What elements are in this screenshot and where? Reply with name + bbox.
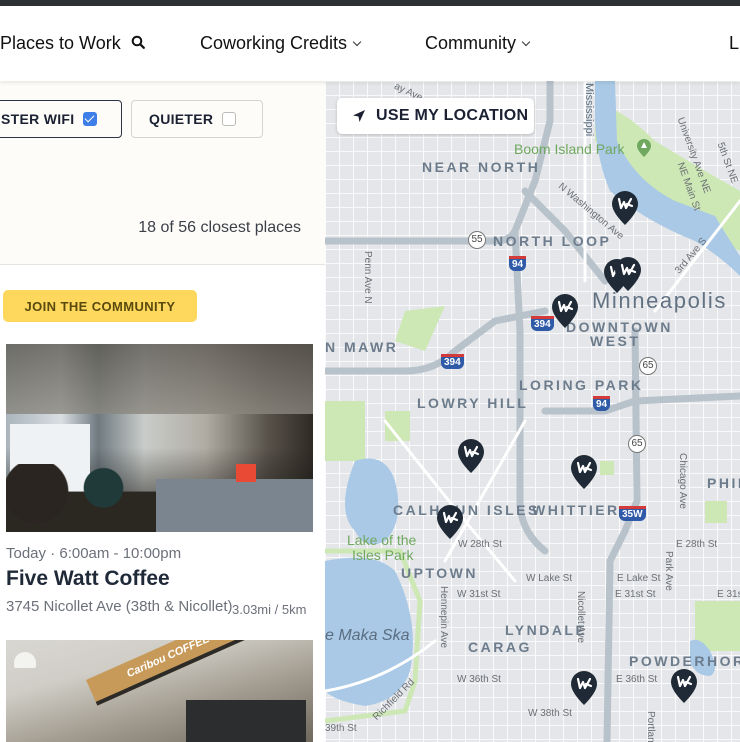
nav-places-to-work[interactable]: Places to Work [0,33,145,54]
place-pin-icon[interactable] [671,669,697,703]
main-nav: Places to Work Coworking Credits Communi… [0,6,740,81]
interstate-394-shield: 394 [441,354,464,369]
map-label-mississippi: Mississippi [583,83,595,137]
checkbox-unchecked-icon[interactable] [222,112,237,126]
place-pin-icon[interactable] [615,257,641,291]
checkbox-checked-icon[interactable] [83,112,98,126]
nav-places-label: Places to Work [0,33,121,53]
chevron-down-icon [521,37,531,46]
filter-quieter[interactable]: QUIETER [131,100,263,138]
street-w-36th: W 36th St [457,674,501,685]
chevron-down-icon [352,37,362,46]
nav-truncated-label: L [729,33,740,53]
photo-menu-board [186,700,306,742]
street-e-28th: E 28th St [676,539,718,550]
map-label-north-loop: NORTH LOOP [493,233,612,249]
place-name[interactable]: Five Watt Coffee [6,567,170,591]
place-pin-icon[interactable] [458,439,484,473]
place-pin-icon[interactable] [571,455,597,489]
location-button-label: USE MY LOCATION [376,107,529,124]
place-hours: Today · 6:00am - 10:00pm [6,545,182,562]
map-label-loring-park: LORING PARK [519,377,644,393]
search-icon[interactable] [131,33,145,54]
photo-counter [156,479,313,532]
map-label-lake-isles: Lake of the [347,532,417,548]
nav-community-label: Community [425,33,517,53]
place-pin-icon[interactable] [552,294,578,328]
map-label-lowry-hill: LOWRY HILL [417,395,529,411]
route-65-shield: 65 [639,357,657,375]
interstate-94-shield: 94 [509,256,527,271]
map-label-carag: CARAG [468,639,532,655]
filter-label: QUIETER [149,111,214,127]
location-arrow-icon [353,110,365,122]
photo-banner: Caribou COFFEE [86,640,313,706]
place-distance: 3.03mi / 5km [232,602,307,617]
street-w-31st: W 31st St [457,589,501,600]
route-55-shield: 55 [468,231,486,249]
street-w-lake: W Lake St [526,573,573,584]
street-e-31st-2: E 31s [717,589,740,600]
map-label-calhoun-isles: CALHOUN ISLES [393,502,540,518]
street-hennepin: Hennepin Ave [438,586,449,649]
photo-lamp [14,652,36,668]
place-pin-icon[interactable] [437,505,463,539]
street-w-28th: W 28th St [458,539,502,550]
interstate-394-shield: 394 [531,316,554,331]
photo-people [6,464,156,532]
street-chicago: Chicago Ave [677,453,688,509]
map-label-whittier: WHITTIER [532,502,620,518]
nav-community[interactable]: Community [425,33,531,54]
use-my-location-button[interactable]: USE MY LOCATION [337,98,534,134]
interstate-35w-shield: 35W [619,506,646,521]
street-park-ave: Park Ave [663,551,674,591]
map-label-bde-maka-ska: e Maka Ska [325,627,410,644]
street-e-lake: E Lake St [617,573,661,584]
map-label-uptown: UPTOWN [401,565,478,581]
nav-item-truncated[interactable]: L [729,33,739,54]
nav-coworking-credits[interactable]: Coworking Credits [200,33,362,54]
photo-ceiling [6,344,313,414]
places-list-panel: STER WIFI QUIETER 18 of 56 closest place… [0,81,325,742]
park-tree-icon [637,139,651,157]
results-count: 18 of 56 closest places [138,219,301,236]
street-e-31st: E 31st St [615,589,656,600]
banner-text: Caribou COFFEE [124,640,212,681]
map-label-powderhorn: POWDERHORN [629,653,740,669]
place-pin-icon[interactable] [571,671,597,705]
place-photo-caribou[interactable]: Caribou COFFEE [6,640,313,742]
place-address: 3745 Nicollet Ave (38th & Nicollet) [6,598,233,615]
street-portland: Portland [645,711,656,742]
map-label-west: WEST [590,333,641,349]
map-label-phillips: PHIL [707,475,740,491]
map-label-bryn-mawr: N MAWR [325,339,399,355]
map-label-boom-island-park: Boom Island Park [514,141,625,157]
nav-coworking-label: Coworking Credits [200,33,348,53]
join-community-button[interactable]: JOIN THE COMMUNITY [3,290,197,322]
street-e-36th: E 36th St [616,674,658,685]
filter-faster-wifi[interactable]: STER WIFI [0,100,122,138]
filter-label: STER WIFI [1,111,75,127]
interstate-94-shield: 94 [593,396,611,411]
map-label-near-north: NEAR NORTH [422,159,541,175]
filter-section: STER WIFI QUIETER 18 of 56 closest place… [0,81,325,265]
street-nicollet: Nicollet Ave [575,591,586,644]
map-panel[interactable]: USE MY LOCATION NEAR NORTH NORTH LOOP DO… [325,81,740,742]
place-pin-icon[interactable] [612,191,638,225]
street-penn-ave: Penn Ave N [362,251,373,304]
photo-sign [236,464,256,482]
route-65-shield: 65 [628,435,646,453]
street-39th: 39th St [325,723,357,734]
place-photo-five-watt[interactable] [6,344,313,532]
map-label-isles-park: Isles Park [352,547,414,563]
street-w-38th: W 38th St [528,708,572,719]
